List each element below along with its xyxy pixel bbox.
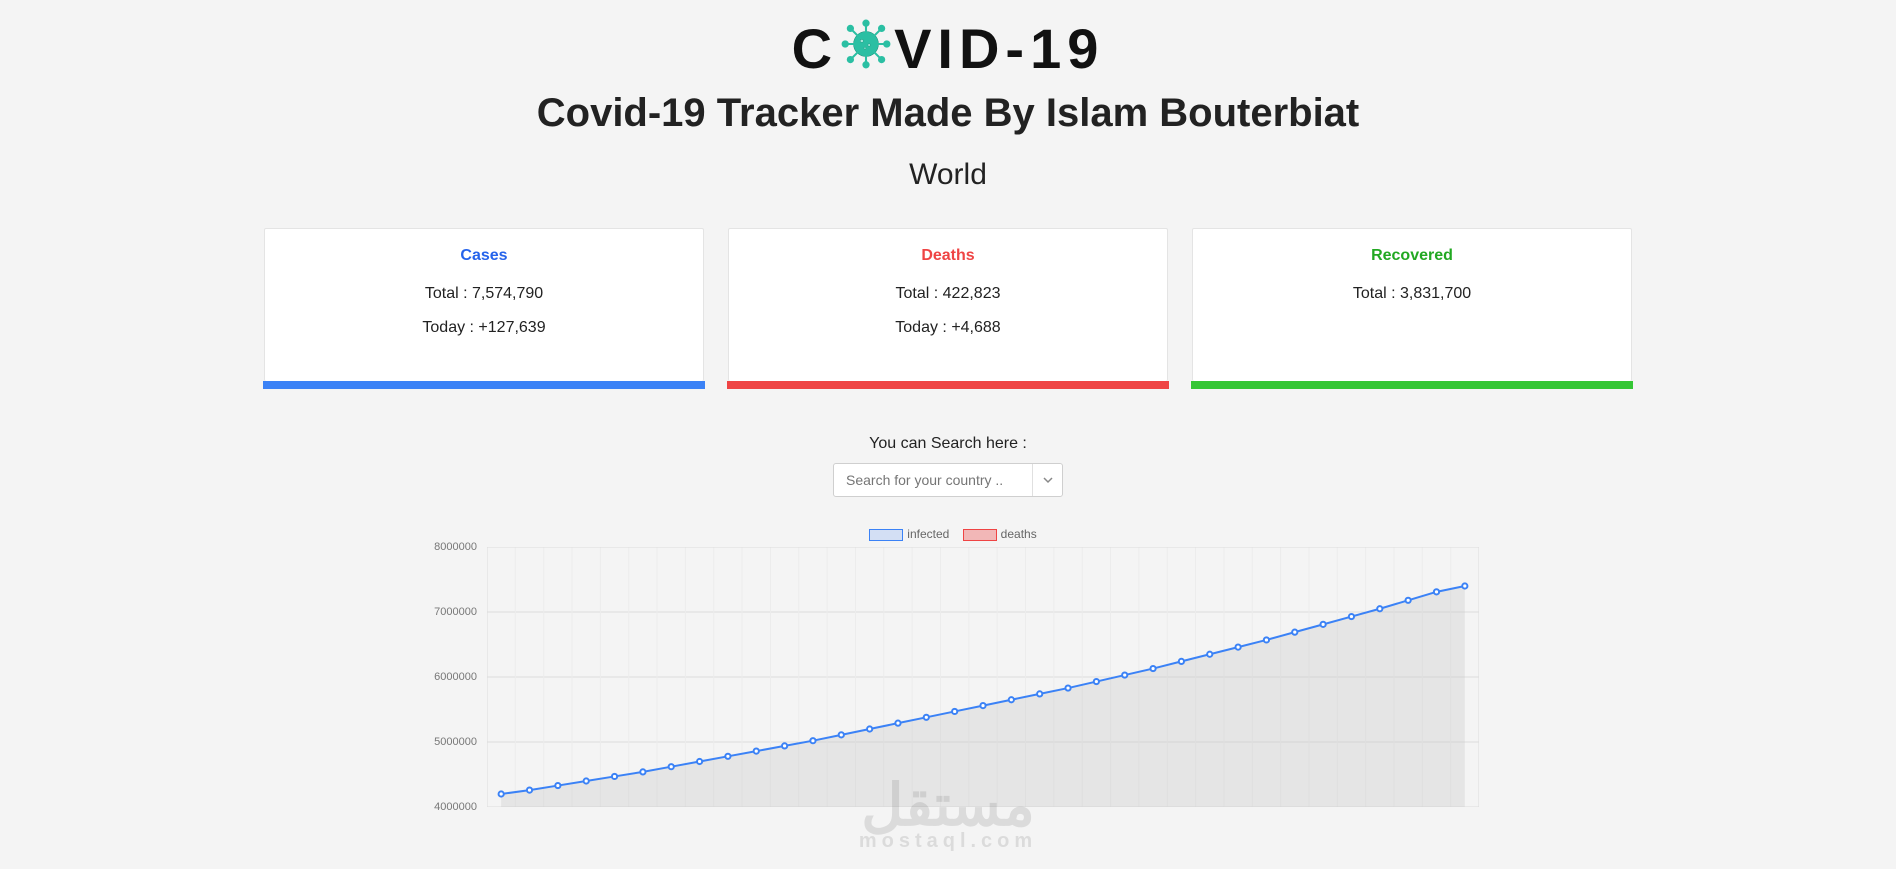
logo: C bbox=[264, 18, 1632, 79]
deaths-total: Total : 422,823 bbox=[739, 285, 1157, 303]
logo-letter-c: C bbox=[792, 21, 838, 77]
deaths-label: Deaths bbox=[739, 247, 1157, 265]
recovered-total: Total : 3,831,700 bbox=[1203, 285, 1621, 303]
y-tick: 6000000 bbox=[413, 671, 477, 683]
deaths-card: Deaths Total : 422,823 Today : +4,688 bbox=[728, 228, 1168, 381]
y-tick: 5000000 bbox=[413, 736, 477, 748]
y-tick: 7000000 bbox=[413, 606, 477, 618]
chevron-down-icon[interactable] bbox=[1032, 464, 1062, 496]
cases-today: Today : +127,639 bbox=[275, 319, 693, 337]
stats-cards: Cases Total : 7,574,790 Today : +127,639… bbox=[264, 228, 1632, 381]
page-title: Covid-19 Tracker Made By Islam Bouterbia… bbox=[264, 91, 1632, 136]
chart: infected deaths 8000000 7000000 6000000 500… bbox=[413, 527, 1483, 807]
cases-total: Total : 7,574,790 bbox=[275, 285, 693, 303]
legend-deaths: deaths bbox=[1001, 527, 1037, 541]
region-subtitle: World bbox=[264, 158, 1632, 192]
cases-label: Cases bbox=[275, 247, 693, 265]
recovered-label: Recovered bbox=[1203, 247, 1621, 265]
logo-rest: VID-19 bbox=[894, 21, 1104, 77]
cases-card: Cases Total : 7,574,790 Today : +127,639 bbox=[264, 228, 704, 381]
legend-infected: infected bbox=[907, 527, 949, 541]
deaths-today: Today : +4,688 bbox=[739, 319, 1157, 337]
search-label: You can Search here : bbox=[264, 435, 1632, 453]
country-select[interactable] bbox=[833, 463, 1063, 497]
recovered-card: Recovered Total : 3,831,700 bbox=[1192, 228, 1632, 381]
virus-icon bbox=[838, 18, 894, 79]
y-tick: 8000000 bbox=[413, 541, 477, 553]
y-tick: 4000000 bbox=[413, 801, 477, 813]
country-select-input[interactable] bbox=[834, 466, 1032, 494]
